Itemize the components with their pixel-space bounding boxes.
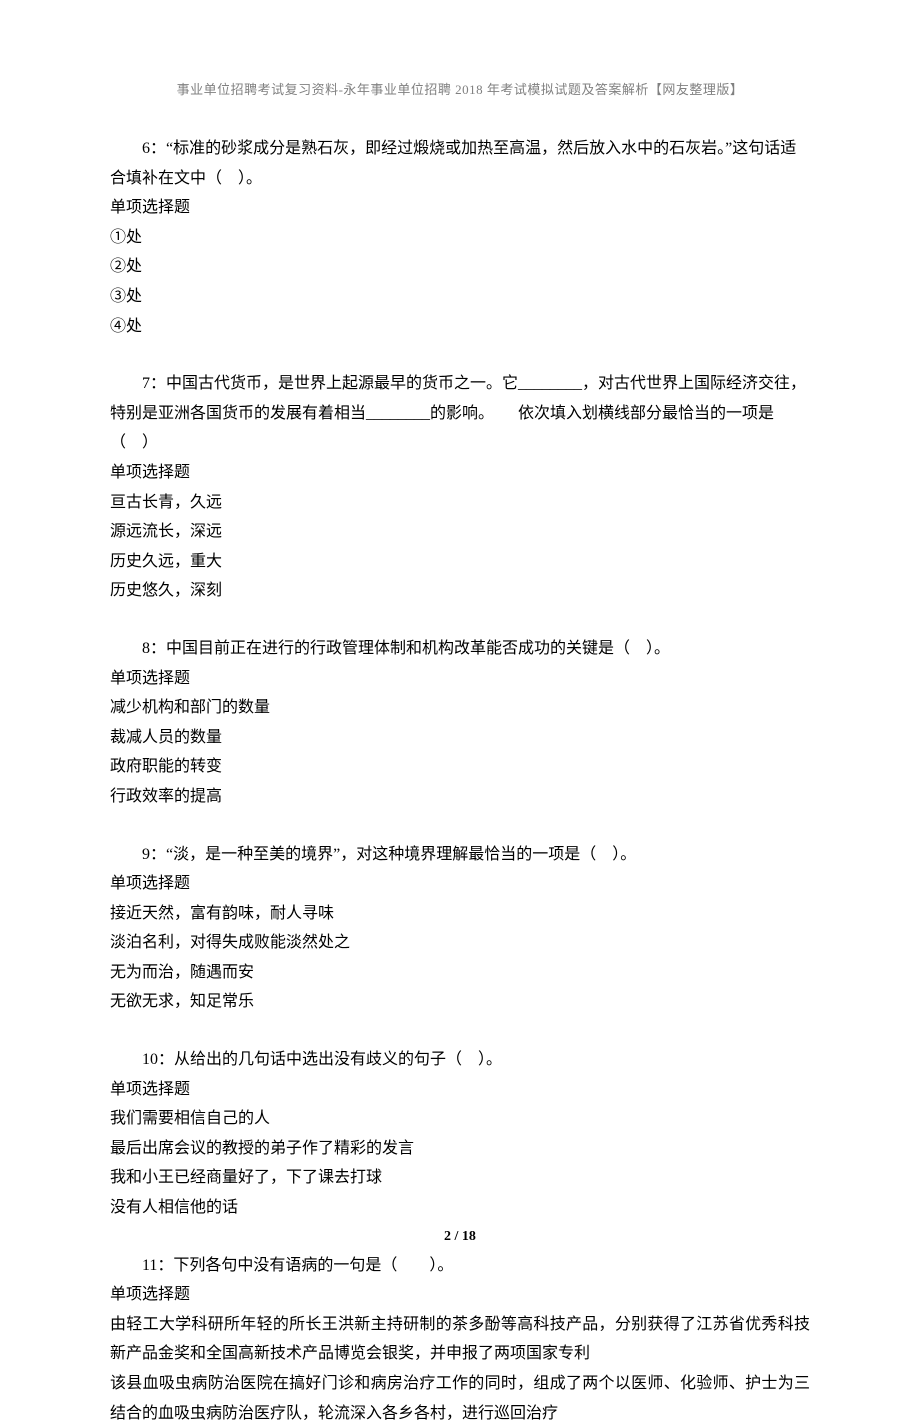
q6-option-c: ③处 [110, 282, 810, 312]
q7-option-a: 亘古长青，久远 [110, 488, 810, 518]
question-10: 10：从给出的几句话中选出没有歧义的句子（ ）。 单项选择题 我们需要相信自己的… [110, 1045, 810, 1223]
q8-type: 单项选择题 [110, 664, 810, 694]
q11-type: 单项选择题 [110, 1280, 810, 1310]
q10-type: 单项选择题 [110, 1075, 810, 1105]
q10-text: 10：从给出的几句话中选出没有歧义的句子（ ）。 [110, 1045, 810, 1075]
q11-option-b: 该县血吸虫病防治医院在搞好门诊和病房治疗工作的同时，组成了两个以医师、化验师、护… [110, 1369, 810, 1428]
q10-option-c: 我和小王已经商量好了，下了课去打球 [110, 1163, 810, 1193]
q10-option-b: 最后出席会议的教授的弟子作了精彩的发言 [110, 1134, 810, 1164]
q6-option-d: ④处 [110, 312, 810, 342]
q11-text: 11：下列各句中没有语病的一句是（ ）。 [110, 1251, 810, 1281]
q9-type: 单项选择题 [110, 869, 810, 899]
q8-option-b: 裁减人员的数量 [110, 723, 810, 753]
q7-text: 7：中国古代货币，是世界上起源最早的货币之一。它________，对古代世界上国… [110, 369, 810, 458]
q8-text: 8：中国目前正在进行的行政管理体制和机构改革能否成功的关键是（ ）。 [110, 634, 810, 664]
question-6: 6：“标准的砂浆成分是熟石灰，即经过煅烧或加热至高温，然后放入水中的石灰岩。”这… [110, 134, 810, 341]
q11-option-a: 由轻工大学科研所年轻的所长王洪新主持研制的茶多酚等高科技产品，分别获得了江苏省优… [110, 1310, 810, 1369]
q7-type: 单项选择题 [110, 458, 810, 488]
q6-option-b: ②处 [110, 252, 810, 282]
page-number: 2 / 18 [0, 1224, 920, 1250]
q10-option-a: 我们需要相信自己的人 [110, 1104, 810, 1134]
q9-option-d: 无欲无求，知足常乐 [110, 987, 810, 1017]
question-9: 9：“淡，是一种至美的境界”，对这种境界理解最恰当的一项是（ ）。 单项选择题 … [110, 840, 810, 1018]
question-11: 11：下列各句中没有语病的一句是（ ）。 单项选择题 由轻工大学科研所年轻的所长… [110, 1251, 810, 1428]
question-8: 8：中国目前正在进行的行政管理体制和机构改革能否成功的关键是（ ）。 单项选择题… [110, 634, 810, 812]
q9-text: 9：“淡，是一种至美的境界”，对这种境界理解最恰当的一项是（ ）。 [110, 840, 810, 870]
q6-text: 6：“标准的砂浆成分是熟石灰，即经过煅烧或加热至高温，然后放入水中的石灰岩。”这… [110, 134, 810, 193]
q8-option-d: 行政效率的提高 [110, 782, 810, 812]
q7-option-d: 历史悠久，深刻 [110, 576, 810, 606]
q9-option-c: 无为而治，随遇而安 [110, 958, 810, 988]
q9-option-b: 淡泊名利，对得失成败能淡然处之 [110, 928, 810, 958]
q8-option-c: 政府职能的转变 [110, 752, 810, 782]
page-header: 事业单位招聘考试复习资料-永年事业单位招聘 2018 年考试模拟试题及答案解析【… [110, 78, 810, 102]
q7-option-b: 源远流长，深远 [110, 517, 810, 547]
q9-option-a: 接近天然，富有韵味，耐人寻味 [110, 899, 810, 929]
q6-option-a: ①处 [110, 223, 810, 253]
question-7: 7：中国古代货币，是世界上起源最早的货币之一。它________，对古代世界上国… [110, 369, 810, 606]
q10-option-d: 没有人相信他的话 [110, 1193, 810, 1223]
q8-option-a: 减少机构和部门的数量 [110, 693, 810, 723]
q7-option-c: 历史久远，重大 [110, 547, 810, 577]
q6-type: 单项选择题 [110, 193, 810, 223]
